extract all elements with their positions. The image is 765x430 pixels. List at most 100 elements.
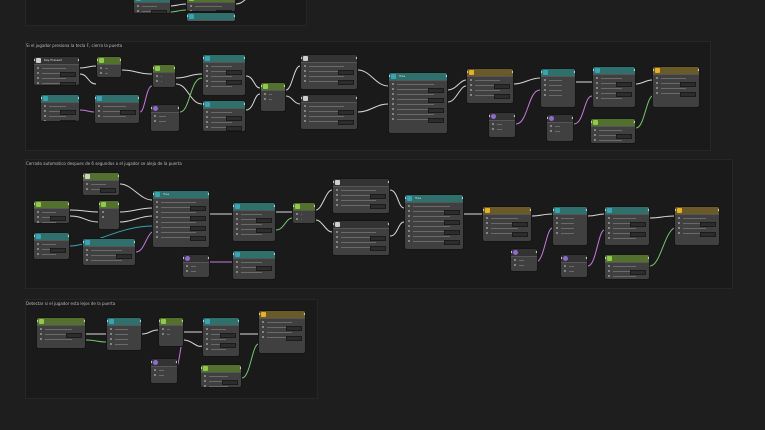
graph-node-c1[interactable] bbox=[36, 317, 86, 349]
node-port-row[interactable] bbox=[392, 113, 444, 116]
graph-node-a15[interactable] bbox=[488, 112, 516, 138]
graph-node-b5[interactable] bbox=[98, 200, 120, 230]
node-value-field[interactable] bbox=[370, 204, 386, 209]
node-header[interactable] bbox=[483, 207, 531, 215]
output-exec-pin[interactable] bbox=[573, 70, 575, 74]
output-exec-pin[interactable] bbox=[633, 68, 635, 72]
node-port-row[interactable] bbox=[556, 217, 584, 220]
node-port-row[interactable] bbox=[408, 225, 460, 228]
graph-node-t2[interactable] bbox=[186, 0, 236, 12]
node-header[interactable] bbox=[233, 251, 275, 259]
node-port-row[interactable] bbox=[156, 231, 206, 234]
output-exec-pin[interactable] bbox=[239, 366, 241, 370]
node-port-row[interactable] bbox=[564, 265, 584, 268]
node-port-row[interactable] bbox=[236, 223, 272, 226]
node-port-row[interactable] bbox=[486, 217, 528, 220]
output-exec-pin[interactable] bbox=[303, 312, 305, 316]
graph-node-c3[interactable] bbox=[158, 317, 184, 347]
node-port-row[interactable] bbox=[86, 183, 116, 186]
graph-node-a6[interactable] bbox=[150, 104, 180, 132]
node-port-row[interactable] bbox=[162, 333, 180, 336]
node-port-row[interactable] bbox=[156, 75, 172, 78]
graph-node-a16[interactable] bbox=[540, 68, 576, 108]
node-port-row[interactable] bbox=[392, 103, 444, 106]
node-port-row[interactable] bbox=[156, 221, 206, 224]
output-exec-pin[interactable] bbox=[445, 74, 447, 78]
node-port-row[interactable] bbox=[206, 65, 242, 68]
graph-node-a20[interactable] bbox=[652, 66, 700, 108]
node-header[interactable] bbox=[41, 95, 79, 103]
node-port-row[interactable] bbox=[336, 231, 386, 234]
output-exec-pin[interactable] bbox=[313, 204, 315, 208]
node-port-row[interactable] bbox=[594, 139, 632, 142]
node-port-row[interactable] bbox=[296, 218, 312, 221]
output-exec-pin[interactable] bbox=[273, 252, 275, 256]
node-port-row[interactable] bbox=[408, 215, 460, 218]
node-value-field[interactable] bbox=[60, 120, 76, 121]
node-header[interactable] bbox=[261, 83, 285, 91]
node-port-row[interactable] bbox=[44, 115, 76, 118]
node-header[interactable] bbox=[83, 239, 135, 247]
node-port-row[interactable] bbox=[37, 243, 66, 246]
output-exec-pin[interactable] bbox=[585, 256, 587, 260]
node-header[interactable] bbox=[547, 115, 573, 123]
graph-node-b15[interactable] bbox=[482, 206, 532, 242]
graph-node-b8[interactable] bbox=[182, 254, 210, 278]
node-port-row[interactable] bbox=[206, 121, 242, 124]
graph-node-c2[interactable] bbox=[106, 317, 142, 351]
output-exec-pin[interactable] bbox=[233, 14, 235, 18]
output-exec-pin[interactable] bbox=[647, 208, 649, 212]
output-exec-pin[interactable] bbox=[697, 68, 699, 72]
node-port-row[interactable] bbox=[492, 123, 512, 126]
output-exec-pin[interactable] bbox=[117, 202, 119, 206]
node-port-row[interactable] bbox=[236, 213, 272, 216]
output-exec-pin[interactable] bbox=[647, 256, 649, 260]
output-exec-pin[interactable] bbox=[83, 319, 85, 323]
node-port-row[interactable] bbox=[514, 264, 534, 267]
graph-node-a19[interactable] bbox=[590, 118, 636, 144]
output-exec-pin[interactable] bbox=[177, 106, 179, 110]
output-exec-pin[interactable] bbox=[283, 84, 285, 88]
node-header[interactable] bbox=[34, 201, 69, 209]
node-header[interactable] bbox=[83, 173, 119, 181]
node-port-row[interactable] bbox=[204, 375, 238, 378]
node-header[interactable] bbox=[561, 255, 587, 263]
output-exec-pin[interactable] bbox=[67, 234, 69, 238]
node-port-row[interactable] bbox=[98, 105, 136, 108]
node-port-row[interactable] bbox=[556, 222, 584, 225]
graph-node-a5[interactable] bbox=[94, 94, 140, 124]
output-exec-pin[interactable] bbox=[511, 70, 513, 74]
node-port-row[interactable] bbox=[608, 237, 646, 240]
node-port-row[interactable] bbox=[156, 80, 172, 83]
node-graph-canvas[interactable]: Si el jugador presiona la tecla F, cierr… bbox=[0, 0, 765, 430]
graph-node-b6[interactable] bbox=[82, 238, 136, 266]
graph-node-a13[interactable]: Tree bbox=[388, 72, 448, 134]
graph-node-b19[interactable] bbox=[604, 206, 650, 246]
node-header[interactable] bbox=[151, 359, 177, 367]
output-exec-pin[interactable] bbox=[207, 256, 209, 260]
node-port-row[interactable] bbox=[204, 385, 238, 387]
node-header[interactable] bbox=[293, 203, 315, 211]
node-value-field[interactable] bbox=[151, 10, 167, 13]
node-port-row[interactable] bbox=[304, 115, 354, 118]
node-port-row[interactable] bbox=[408, 235, 460, 238]
node-value-field[interactable] bbox=[338, 120, 354, 125]
node-port-row[interactable] bbox=[156, 201, 206, 204]
node-header[interactable] bbox=[151, 105, 179, 113]
node-port-row[interactable] bbox=[37, 211, 66, 214]
output-exec-pin[interactable] bbox=[173, 66, 175, 70]
node-port-row[interactable] bbox=[100, 67, 118, 70]
node-header[interactable] bbox=[301, 55, 357, 63]
graph-node-c6[interactable] bbox=[200, 364, 242, 388]
node-port-row[interactable] bbox=[37, 221, 66, 223]
output-exec-pin[interactable] bbox=[207, 192, 209, 196]
output-exec-pin[interactable] bbox=[461, 196, 463, 200]
node-header[interactable]: Tree bbox=[405, 195, 463, 203]
node-value-field[interactable] bbox=[680, 92, 696, 97]
node-port-row[interactable] bbox=[190, 5, 232, 8]
node-port-row[interactable] bbox=[296, 213, 312, 216]
output-exec-pin[interactable] bbox=[535, 250, 537, 254]
node-port-row[interactable] bbox=[336, 199, 386, 202]
output-exec-pin[interactable] bbox=[237, 319, 239, 323]
node-value-field[interactable] bbox=[512, 232, 528, 237]
